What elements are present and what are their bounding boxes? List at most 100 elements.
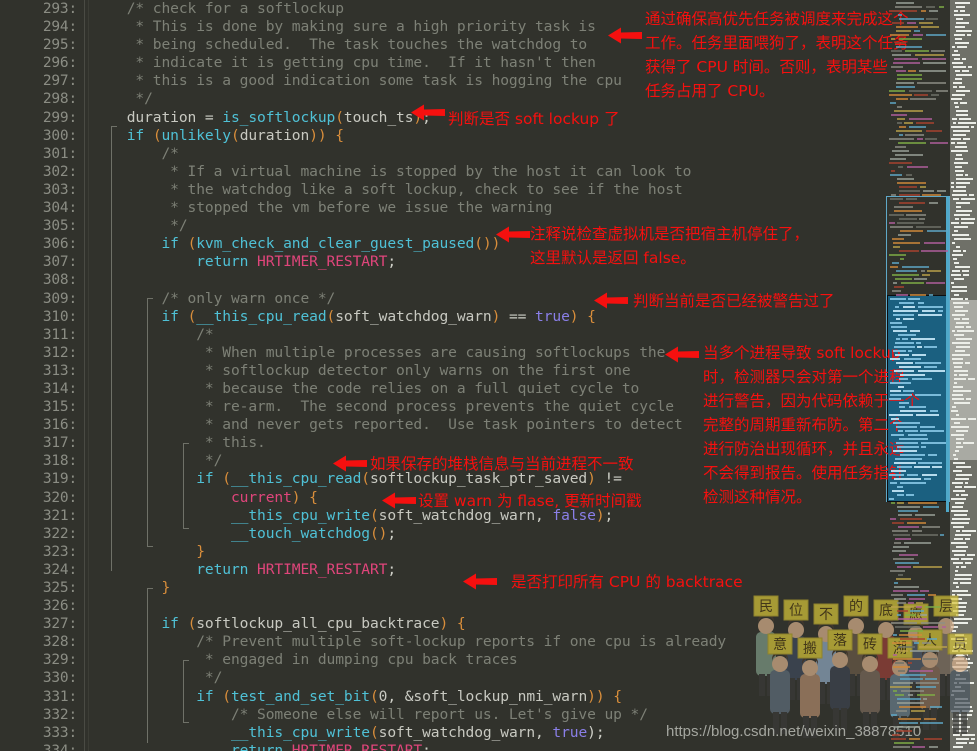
minimap-line bbox=[891, 194, 896, 196]
minimap-line bbox=[894, 110, 923, 112]
minimap-line bbox=[919, 22, 933, 24]
secondary-minimap-line bbox=[956, 186, 966, 188]
secondary-minimap-line bbox=[954, 422, 960, 424]
code-token: HRTIMER_RESTART bbox=[257, 560, 388, 578]
minimap-line bbox=[889, 414, 913, 416]
secondary-minimap-line bbox=[951, 510, 968, 512]
code-line[interactable]: * stopped the vm before we issue the war… bbox=[92, 199, 886, 217]
secondary-minimap-line bbox=[965, 298, 968, 300]
minimap-line bbox=[890, 226, 913, 228]
minimap-line bbox=[897, 122, 902, 124]
code-token: if bbox=[92, 126, 153, 144]
minimap-line bbox=[923, 190, 934, 192]
code-token: { bbox=[448, 615, 466, 633]
minimap-line bbox=[891, 50, 902, 52]
minimap-line bbox=[930, 410, 938, 412]
minimap-line bbox=[892, 22, 904, 24]
minimap-line bbox=[921, 10, 926, 12]
minimap-line bbox=[912, 378, 932, 380]
code-token: __this_cpu_read bbox=[230, 470, 362, 488]
minimap-line bbox=[926, 6, 935, 8]
code-line[interactable]: return HRTIMER_RESTART; bbox=[92, 742, 886, 751]
secondary-minimap-line bbox=[956, 174, 963, 176]
minimap-line bbox=[905, 134, 924, 136]
line-number: 300: bbox=[42, 127, 77, 144]
scrollbar-thumb[interactable] bbox=[950, 300, 977, 460]
code-token: return bbox=[92, 741, 292, 751]
fold-guide-327 bbox=[147, 588, 148, 743]
fold-guide-327-top bbox=[147, 588, 153, 589]
minimap-line bbox=[893, 62, 920, 64]
minimap-line bbox=[891, 66, 903, 68]
secondary-minimap-line bbox=[952, 550, 966, 552]
minimap-line bbox=[898, 334, 916, 336]
minimap-line bbox=[919, 646, 947, 648]
secondary-minimap-line bbox=[954, 162, 968, 164]
line-number: 328: bbox=[42, 634, 77, 651]
line-number: 296: bbox=[42, 55, 77, 72]
minimap-line bbox=[897, 78, 922, 80]
code-line[interactable] bbox=[92, 271, 886, 289]
secondary-minimap-line bbox=[957, 142, 966, 144]
secondary-minimap-line bbox=[963, 442, 974, 444]
line-number: 314: bbox=[42, 380, 77, 397]
code-line[interactable]: /* bbox=[92, 145, 886, 163]
minimap-line bbox=[923, 658, 937, 660]
line-number: 301: bbox=[42, 145, 77, 162]
code-token: )) bbox=[587, 687, 605, 705]
minimap-line bbox=[917, 82, 946, 84]
secondary-minimap-line bbox=[955, 170, 964, 172]
code-line[interactable]: * If a virtual machine is stopped by the… bbox=[92, 163, 886, 181]
svg-text:搬: 搬 bbox=[803, 641, 817, 657]
minimap-line bbox=[910, 650, 939, 652]
minimap-line bbox=[910, 98, 936, 100]
secondary-minimap-line bbox=[953, 250, 961, 252]
minimap-line bbox=[893, 590, 918, 592]
svg-text:的: 的 bbox=[849, 599, 863, 615]
minimap-line bbox=[894, 286, 904, 288]
secondary-minimap-line bbox=[955, 42, 969, 44]
code-token: if bbox=[92, 687, 223, 705]
code-token: } bbox=[92, 579, 171, 596]
secondary-minimap-line bbox=[954, 214, 970, 216]
secondary-minimap-line bbox=[965, 362, 970, 364]
minimap-line bbox=[896, 82, 914, 84]
minimap-line bbox=[927, 638, 937, 640]
minimap-line bbox=[894, 58, 918, 60]
minimap-line bbox=[921, 270, 925, 272]
minimap-line bbox=[912, 746, 925, 748]
minimap-line bbox=[898, 430, 903, 432]
code-line[interactable]: } bbox=[92, 543, 886, 561]
secondary-minimap-line bbox=[956, 114, 968, 116]
code-line[interactable]: * the watchdog like a soft lockup, check… bbox=[92, 181, 886, 199]
minimap-line bbox=[895, 354, 909, 356]
minimap-line bbox=[896, 30, 911, 32]
secondary-minimap-line bbox=[953, 134, 966, 136]
code-token: ; bbox=[595, 723, 605, 741]
code-line[interactable]: __touch_watchdog(); bbox=[92, 525, 886, 543]
annotation-text: 通过确保高优先任务被调度来完成这个 工作。任务里面喂狗了，表明这个任务 获得了 … bbox=[645, 10, 909, 100]
minimap-line bbox=[897, 222, 924, 224]
secondary-minimap-line bbox=[952, 118, 957, 120]
line-number: 330: bbox=[42, 670, 77, 687]
screenshot-root: 293: 294: 295: 296: 297: 298: 299: 300: 301: 302:… bbox=[0, 0, 977, 751]
minimap-line bbox=[905, 50, 929, 52]
code-token: ( bbox=[369, 687, 379, 705]
secondary-minimap-line bbox=[955, 450, 959, 452]
line-number: 318: bbox=[42, 453, 77, 470]
minimap-line bbox=[909, 670, 933, 672]
secondary-minimap-line bbox=[953, 86, 957, 88]
minimap-line bbox=[897, 502, 904, 504]
secondary-minimap-line bbox=[956, 474, 972, 476]
secondary-minimap-line bbox=[954, 294, 959, 296]
minimap-line bbox=[903, 318, 914, 320]
secondary-minimap-line bbox=[967, 34, 971, 36]
minimap-line bbox=[890, 518, 896, 520]
secondary-minimap-line bbox=[952, 94, 965, 96]
minimap-line bbox=[890, 34, 909, 36]
secondary-minimap-line bbox=[971, 126, 974, 128]
secondary-minimap-line bbox=[955, 38, 962, 40]
minimap-line bbox=[916, 606, 922, 608]
secondary-minimap-line bbox=[954, 50, 958, 52]
minimap-line bbox=[899, 722, 918, 724]
